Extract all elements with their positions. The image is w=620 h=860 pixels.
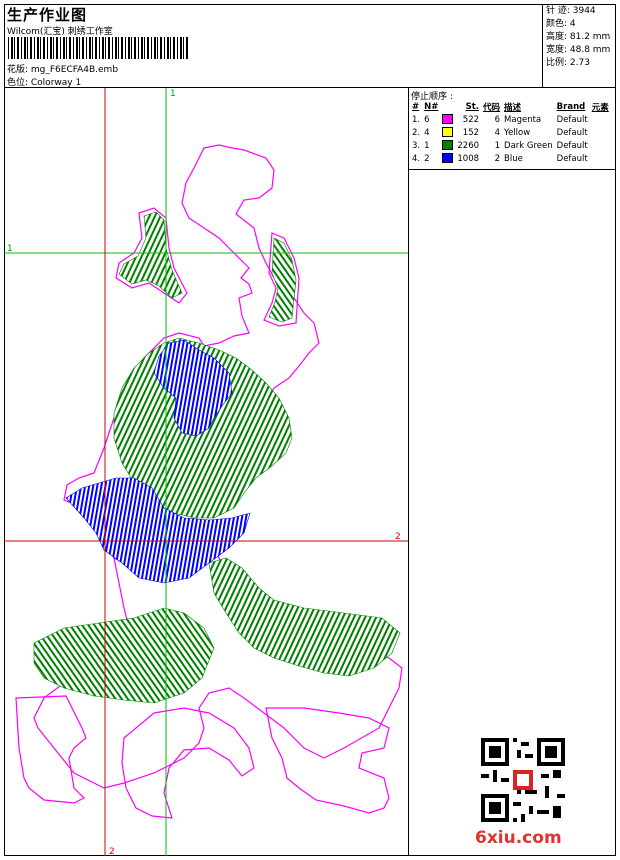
- design-height: 高度: 81.2 mm: [546, 32, 611, 42]
- col-index: #: [412, 101, 420, 112]
- embroidery-design-canvas: 1 1 2 2: [4, 88, 408, 856]
- col-swatch: [440, 100, 455, 113]
- letter-e-outline: [265, 707, 390, 814]
- color-swatch: [442, 127, 454, 138]
- table-row: 3. 1 2260 1 Dark Green Default: [412, 140, 588, 151]
- qr-code-graphic: [481, 738, 565, 822]
- design-scale: 比例: 2.73: [546, 58, 590, 68]
- watermark: 6xiu.com: [475, 828, 562, 848]
- color-swatch: [442, 153, 454, 164]
- qr-code: [481, 738, 565, 822]
- page-title: 生产作业图: [7, 6, 88, 24]
- col-code: 代码: [483, 102, 501, 113]
- letter-i-outline: [15, 695, 87, 804]
- col-stitches: St.: [465, 101, 480, 112]
- bottom-left-fill: [33, 607, 215, 704]
- company-name: Wilcom(汇宝) 刺绣工作室: [7, 27, 113, 37]
- header: 生产作业图 Wilcom(汇宝) 刺绣工作室 花版: mg_F6ECFA4B.e…: [4, 4, 616, 88]
- bottom-right-fill: [208, 557, 401, 677]
- guide-label-green-v: 1: [170, 89, 176, 99]
- guide-label-green-h: 1: [7, 244, 13, 254]
- design-specs: 针 迹: 3944 颜色: 4 高度: 81.2 mm 宽度: 48.8 mm …: [542, 4, 616, 88]
- design-file-label: 花版: mg_F6ECFA4B.emb: [7, 65, 119, 75]
- guide-label-red-v: 2: [109, 847, 115, 856]
- barcode: [8, 37, 190, 59]
- design-width: 宽度: 48.8 mm: [546, 45, 611, 55]
- green-fills: [33, 211, 401, 704]
- stop-sequence-table: # N# St. 代码 描述 Brand 元素 1. 6 522 6 Magen…: [410, 100, 611, 165]
- col-element: 元素: [591, 102, 609, 113]
- col-needle: N#: [424, 101, 439, 112]
- stop-sequence-panel: 停止顺序 : # N# St. 代码 描述 Brand 元素 1. 6 522 …: [408, 88, 616, 170]
- table-row: 1. 6 522 6 Magenta Default: [412, 114, 588, 125]
- letter-c-outline: [121, 707, 255, 819]
- embroidery-design: 1 1 2 2: [4, 88, 408, 856]
- table-row: 4. 2 1008 2 Blue Default: [412, 153, 588, 164]
- color-count: 颜色: 4: [546, 19, 576, 29]
- guide-label-red-h: 2: [395, 532, 401, 542]
- colorway-label: 色位: Colorway 1: [7, 78, 82, 88]
- right-ear-fill: [268, 237, 297, 323]
- col-description: 描述: [504, 102, 522, 113]
- col-brand: Brand: [556, 101, 586, 112]
- color-swatch: [442, 114, 454, 125]
- panel-divider: [408, 170, 409, 856]
- table-row: 2. 4 152 4 Yellow Default: [412, 127, 588, 138]
- stitch-count: 针 迹: 3944: [546, 6, 596, 16]
- color-swatch: [442, 140, 454, 151]
